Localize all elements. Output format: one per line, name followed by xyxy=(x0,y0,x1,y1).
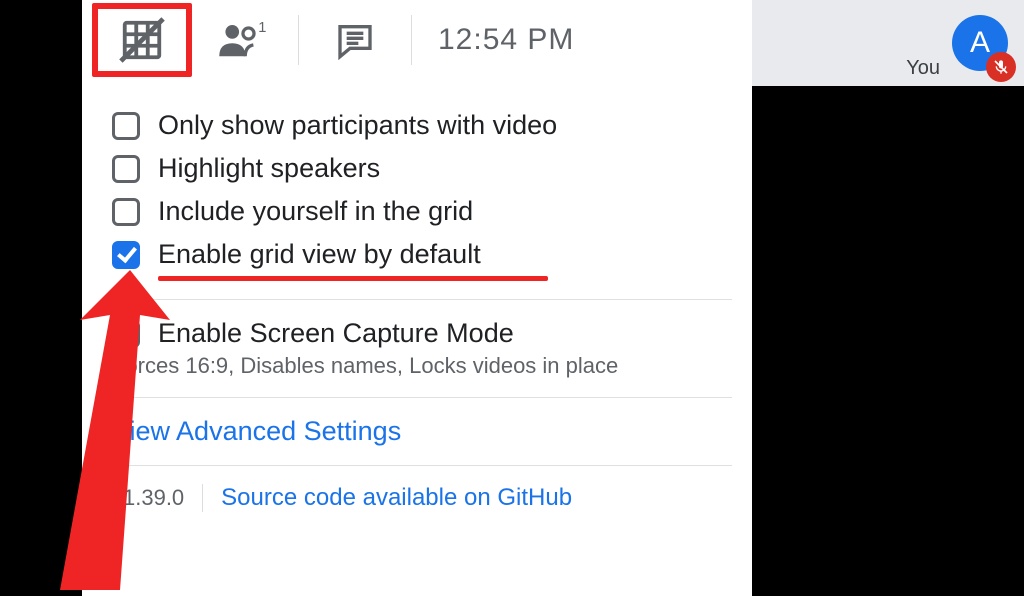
option-include-self[interactable]: Include yourself in the grid xyxy=(112,196,732,227)
clock: 12:54 PM xyxy=(438,23,574,57)
option-screen-capture[interactable]: Enable Screen Capture Mode xyxy=(112,318,732,349)
github-link[interactable]: Source code available on GitHub xyxy=(221,484,572,512)
people-button[interactable]: 1 xyxy=(192,3,292,77)
grid-settings-panel: 1 12:54 PM Only show participants with v… xyxy=(82,0,752,596)
option-label: Highlight speakers xyxy=(158,153,380,184)
people-icon: 1 xyxy=(216,20,268,60)
annotation-underline xyxy=(158,276,548,281)
checkbox[interactable] xyxy=(112,198,140,226)
option-only-video[interactable]: Only show participants with video xyxy=(112,110,732,141)
you-label: You xyxy=(906,57,940,80)
mic-off-icon xyxy=(993,59,1009,75)
checkbox[interactable] xyxy=(112,155,140,183)
option-label: Enable Screen Capture Mode xyxy=(158,318,514,349)
divider xyxy=(112,299,732,300)
separator xyxy=(411,15,412,65)
chat-button[interactable] xyxy=(305,3,405,77)
chat-icon xyxy=(335,20,375,60)
advanced-settings-link[interactable]: View Advanced Settings xyxy=(112,416,732,447)
separator xyxy=(202,484,203,512)
footer: v1.39.0 Source code available on GitHub xyxy=(112,484,732,512)
option-enable-grid-default[interactable]: Enable grid view by default xyxy=(112,239,732,270)
checkbox[interactable] xyxy=(112,241,140,269)
options-list: Only show participants with video Highli… xyxy=(82,80,752,512)
self-video-tile[interactable]: You A xyxy=(752,0,1024,86)
checkbox[interactable] xyxy=(112,112,140,140)
option-label: Only show participants with video xyxy=(158,110,557,141)
checkbox[interactable] xyxy=(112,320,140,348)
option-label: Include yourself in the grid xyxy=(158,196,473,227)
divider xyxy=(112,465,732,466)
version-label: v1.39.0 xyxy=(112,485,184,511)
people-count: 1 xyxy=(258,20,266,36)
separator xyxy=(298,15,299,65)
option-hint: Forces 16:9, Disables names, Locks video… xyxy=(112,353,732,379)
grid-view-toggle-button[interactable] xyxy=(92,3,192,77)
option-label: Enable grid view by default xyxy=(158,239,481,270)
topbar: 1 12:54 PM xyxy=(82,0,752,80)
grid-off-icon xyxy=(119,17,165,63)
option-highlight-speakers[interactable]: Highlight speakers xyxy=(112,153,732,184)
divider xyxy=(112,397,732,398)
mic-muted-badge xyxy=(986,52,1016,82)
